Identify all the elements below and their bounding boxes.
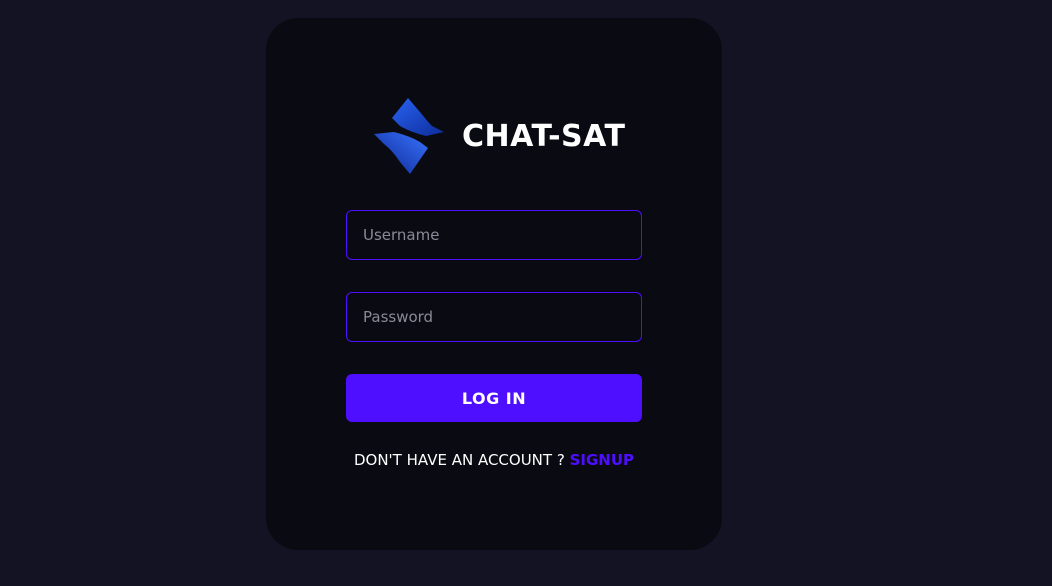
password-input[interactable] [346,292,642,342]
signup-prompt-text: DON'T HAVE AN ACCOUNT ? [353,451,570,469]
login-card: CHAT-SAT LOG IN DON'T HAVE AN ACCOUNT ? … [266,18,722,550]
login-button[interactable]: LOG IN [346,374,642,422]
brand-name: CHAT-SAT [462,118,626,154]
signup-link[interactable]: SIGNUP [570,451,634,469]
signup-prompt-line: DON'T HAVE AN ACCOUNT ? SIGNUP [346,451,642,469]
brand-logo-icon [374,98,444,174]
username-input[interactable] [346,210,642,260]
brand-header: CHAT-SAT [370,96,625,176]
